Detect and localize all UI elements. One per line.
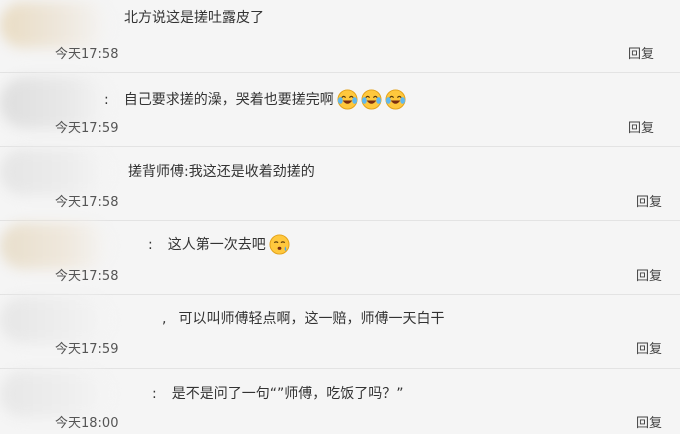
comment-time: 今天17:59 xyxy=(55,342,119,357)
comment-item: , 可以叫师傅轻点啊，这一赔，师傅一天白干 今天17:59 回复 xyxy=(0,295,680,368)
comment-time: 今天17:59 xyxy=(55,121,119,136)
avatar[interactable] xyxy=(0,371,110,417)
comment-body: : 自己要求搓的澡，哭着也要搓完啊 xyxy=(104,89,406,110)
colon-separator: : xyxy=(104,91,109,108)
reply-button[interactable]: 回复 xyxy=(636,191,662,210)
comment-time: 今天17:58 xyxy=(55,269,119,284)
reply-button[interactable]: 回复 xyxy=(636,338,662,357)
laugh-cry-icon xyxy=(337,89,358,110)
comment-item: : 是不是问了一句“”师傅，吃饭了吗？” 今天18:00 回复 xyxy=(0,369,680,434)
colon-separator: : xyxy=(152,386,157,402)
comment-body: , 可以叫师傅轻点啊，这一赔，师傅一天白干 xyxy=(162,310,444,328)
comment-time: 今天18:00 xyxy=(55,416,119,431)
avatar[interactable] xyxy=(0,297,110,343)
comment-list: 北方说这是搓吐露皮了 今天17:58 回复 : 自己要求搓的澡，哭着也要搓完啊 xyxy=(0,0,680,434)
comment-text: 这人第一次去吧 xyxy=(167,236,266,253)
laugh-cry-icon xyxy=(361,89,382,110)
reply-button[interactable]: 回复 xyxy=(628,43,654,62)
comment-text: 是不是问了一句“”师傅，吃饭了吗？” xyxy=(171,386,404,402)
comment-item: 北方说这是搓吐露皮了 今天17:58 回复 xyxy=(0,0,680,72)
laugh-cry-icon xyxy=(385,89,406,110)
comment-item: : 自己要求搓的澡，哭着也要搓完啊 今天17:59 回复 xyxy=(0,73,680,146)
comment-time: 今天17:58 xyxy=(55,195,119,210)
colon-separator: , xyxy=(162,311,167,327)
avatar[interactable] xyxy=(0,223,110,269)
avatar[interactable] xyxy=(0,149,110,195)
comment-time: 今天17:58 xyxy=(55,47,119,62)
comment-body: : 这人第一次去吧 xyxy=(148,234,290,255)
comment-text: 自己要求搓的澡，哭着也要搓完啊 xyxy=(123,91,334,108)
comment-text: 可以叫师傅轻点啊，这一赔，师傅一天白干 xyxy=(178,311,445,327)
comment-text: 搓背师傅:我这还是收着劲搓的 xyxy=(128,164,315,180)
comment-item: 搓背师傅:我这还是收着劲搓的 今天17:58 回复 xyxy=(0,147,680,220)
comment-body: : 是不是问了一句“”师傅，吃饭了吗？” xyxy=(152,385,403,403)
comment-item: : 这人第一次去吧 今天17:58 回复 xyxy=(0,221,680,294)
avatar[interactable] xyxy=(0,2,110,48)
reply-button[interactable]: 回复 xyxy=(636,412,662,431)
sweat-face-icon xyxy=(269,234,290,255)
reply-button[interactable]: 回复 xyxy=(628,117,654,136)
reply-button[interactable]: 回复 xyxy=(636,265,662,284)
colon-separator: : xyxy=(148,236,153,253)
comment-text: 北方说这是搓吐露皮了 xyxy=(124,10,264,26)
